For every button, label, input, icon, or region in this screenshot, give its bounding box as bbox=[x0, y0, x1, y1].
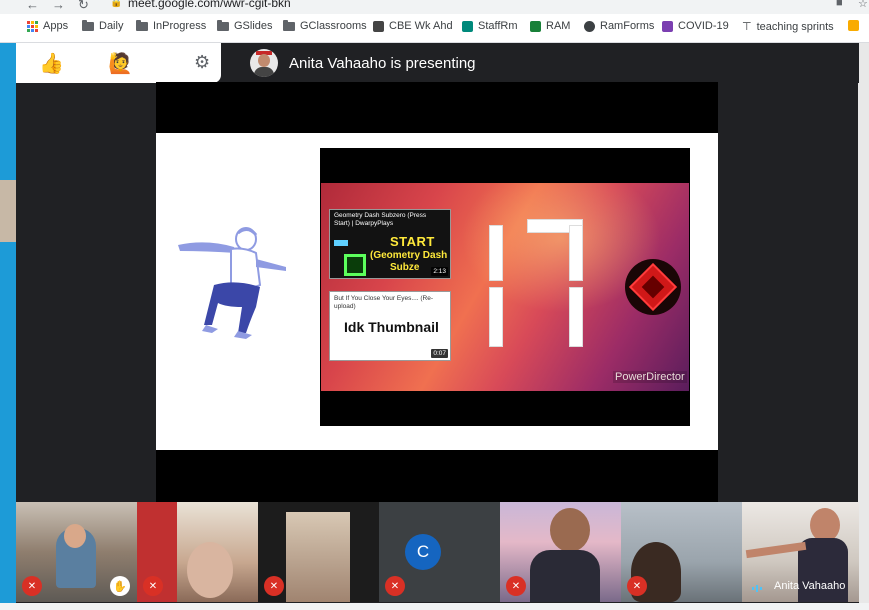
reload-icon[interactable]: ↻ bbox=[78, 0, 89, 13]
meet-icon bbox=[462, 20, 473, 32]
presenter-avatar bbox=[250, 49, 278, 77]
settings-icon[interactable]: ⚙ bbox=[194, 52, 210, 73]
pin-icon: ⊤ bbox=[742, 21, 752, 33]
channel-logo bbox=[625, 259, 681, 315]
bookmark-teaching-sprints[interactable]: ⊤ teaching sprints bbox=[742, 20, 834, 34]
thumb2-duration: 0:07 bbox=[431, 349, 448, 358]
back-arrow-icon[interactable]: ← bbox=[26, 0, 39, 12]
folder-icon bbox=[82, 19, 94, 31]
browser-toolbar: ← → ↻ 🔒 meet.google.com/wwr-cgit-bkn ■ ☆ bbox=[0, 0, 869, 14]
bookmark-ramforms[interactable]: RamForms bbox=[584, 20, 654, 32]
participant-tile-5[interactable]: ✕ bbox=[500, 502, 621, 602]
digit-1-lower bbox=[489, 287, 503, 347]
mic-off-icon: ✕ bbox=[627, 576, 647, 596]
digit-1-upper bbox=[489, 225, 503, 281]
browser-bottom-edge bbox=[0, 603, 869, 610]
bookmark-inprogress[interactable]: InProgress bbox=[136, 19, 206, 32]
video-frame: Geometry Dash Subzero (Press Start) | Dw… bbox=[321, 183, 689, 391]
bookmark-apps[interactable]: Apps bbox=[27, 20, 68, 32]
sheets-icon bbox=[530, 20, 541, 32]
right-window-edge bbox=[858, 43, 869, 610]
globe-icon bbox=[584, 20, 595, 32]
bookmark-covid-19[interactable]: COVID-19 bbox=[662, 20, 729, 32]
left-edge-video-thumb bbox=[0, 180, 16, 242]
presenting-label: Anita Vahaaho is presenting bbox=[289, 55, 476, 72]
powerdirector-watermark: PowerDirector bbox=[613, 371, 687, 383]
video-thumbnail-geometry-dash[interactable]: Geometry Dash Subzero (Press Start) | Dw… bbox=[329, 209, 451, 279]
mic-off-icon: ✕ bbox=[143, 576, 163, 596]
thumbs-up-icon[interactable]: 👍 bbox=[39, 51, 64, 76]
bookmarks-bar: Apps Daily InProgress GSlides GClassroom… bbox=[0, 14, 869, 43]
mic-off-icon: ✕ bbox=[506, 576, 526, 596]
forward-arrow-icon[interactable]: → bbox=[52, 0, 65, 12]
video-thumbnail-idk[interactable]: But If You Close Your Eyes.... (Re-uploa… bbox=[329, 291, 451, 361]
raised-hand-icon: ✋ bbox=[110, 576, 130, 596]
squat-exercise-illustration bbox=[178, 227, 286, 339]
mic-off-icon: ✕ bbox=[22, 576, 42, 596]
folder-icon bbox=[217, 19, 229, 31]
participant-tile-3[interactable]: ✕ bbox=[258, 502, 379, 602]
bookmark-cbe-wk-ahd[interactable]: CBE Wk Ahd bbox=[373, 20, 453, 32]
participant-avatar-c: C bbox=[405, 534, 441, 570]
reaction-toolbar: 👍 🙋 ⚙ bbox=[16, 43, 221, 83]
digit-7-lower bbox=[569, 287, 583, 347]
camera-icon[interactable]: ■ bbox=[836, 0, 843, 9]
lock-icon: 🔒 bbox=[110, 0, 123, 8]
bookmark-overflow[interactable] bbox=[848, 20, 859, 31]
thumb1-duration: 2:13 bbox=[431, 267, 448, 276]
onenote-icon bbox=[662, 20, 673, 32]
participant-tile-2[interactable]: ✕ bbox=[137, 502, 258, 602]
bookmark-ram[interactable]: RAM bbox=[530, 20, 570, 32]
bookmark-daily[interactable]: Daily bbox=[82, 19, 123, 32]
apps-grid-icon bbox=[27, 20, 38, 32]
star-icon[interactable]: ☆ bbox=[858, 0, 868, 10]
bookmark-staffrm[interactable]: StaffRm bbox=[462, 20, 518, 32]
participant-name-label: Anita Vahaaho bbox=[774, 580, 846, 592]
speaking-indicator-icon bbox=[752, 585, 764, 592]
countdown-display bbox=[475, 219, 595, 359]
folder-icon bbox=[136, 19, 148, 31]
cbe-icon bbox=[373, 20, 384, 32]
raise-hand-icon[interactable]: 🙋 bbox=[108, 51, 133, 76]
participant-tile-1[interactable]: ✕ ✋ bbox=[16, 502, 137, 602]
mic-off-icon: ✕ bbox=[385, 576, 405, 596]
mic-off-icon: ✕ bbox=[264, 576, 284, 596]
bookmark-gclassrooms[interactable]: GClassrooms bbox=[283, 19, 367, 32]
folder-icon bbox=[283, 19, 295, 31]
presenter-banner: Anita Vahaaho is presenting bbox=[221, 43, 859, 83]
address-bar[interactable]: meet.google.com/wwr-cgit-bkn bbox=[128, 0, 291, 10]
bookmark-gslides[interactable]: GSlides bbox=[217, 19, 273, 32]
bookmark-overflow-icon bbox=[848, 20, 859, 31]
digit-7-upper bbox=[569, 225, 583, 281]
participant-tile-6[interactable]: ✕ bbox=[621, 502, 742, 602]
left-window-edge bbox=[0, 43, 16, 610]
